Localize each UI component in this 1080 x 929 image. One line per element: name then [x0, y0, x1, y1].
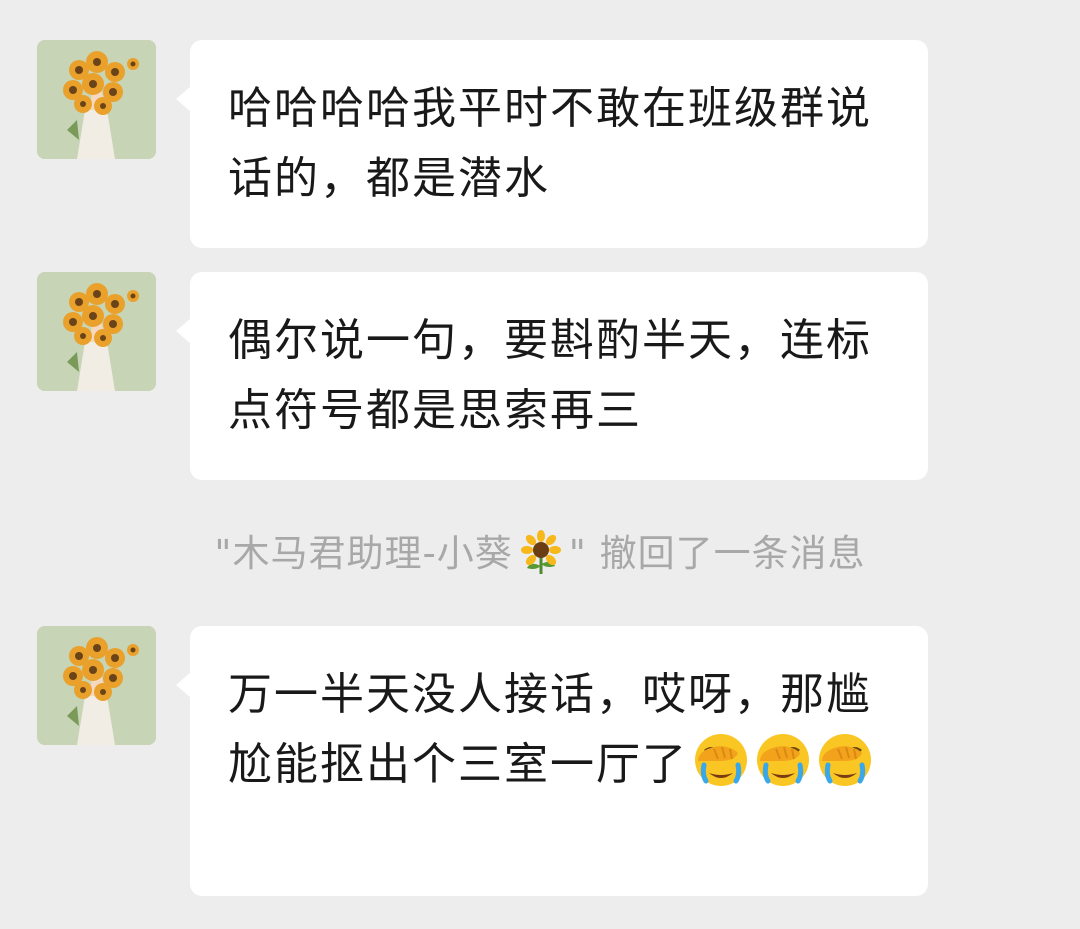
message-text: 偶尔说一句，要斟酌半天，连标点符号都是思索再三: [228, 315, 872, 436]
sunflower-girl-avatar-icon: [37, 626, 156, 745]
recall-notice-suffix: " 撤回了一条消息: [568, 532, 866, 575]
laughing-cover-eyes-emoji-icon: [816, 731, 874, 789]
avatar[interactable]: [37, 40, 156, 159]
avatar[interactable]: [37, 272, 156, 391]
recall-notice-prefix: "木马君助理-小葵: [214, 532, 513, 575]
message-bubble[interactable]: 偶尔说一句，要斟酌半天，连标点符号都是思索再三: [176, 272, 928, 480]
message-text-container: 万一半天没人接话，哎呀，那尴尬能抠出个三室一厅了: [228, 660, 890, 800]
message-text: 哈哈哈哈我平时不敢在班级群说话的，都是潜水: [228, 83, 872, 204]
recall-notice: "木马君助理-小葵 " 撤回了一条消息: [0, 523, 1080, 577]
message-bubble[interactable]: 哈哈哈哈我平时不敢在班级群说话的，都是潜水: [176, 40, 928, 248]
laughing-cover-eyes-emoji-icon: [754, 731, 812, 789]
sunflower-icon: [519, 530, 563, 574]
sunflower-girl-avatar-icon: [37, 40, 156, 159]
sunflower-girl-avatar-icon: [37, 272, 156, 391]
avatar[interactable]: [37, 626, 156, 745]
message-bubble[interactable]: 万一半天没人接话，哎呀，那尴尬能抠出个三室一厅了: [176, 626, 928, 896]
laughing-cover-eyes-emoji-icon: [692, 731, 750, 789]
